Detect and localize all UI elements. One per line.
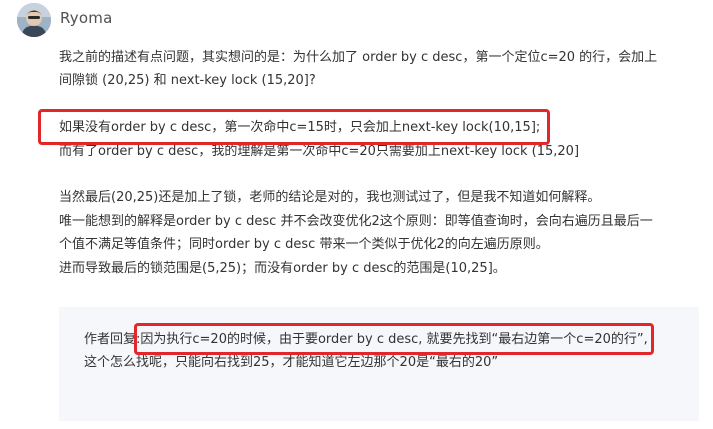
author-reply-box: 作者回复:因为执行c=20的时候，由于要order by c desc, 就要先… xyxy=(59,307,699,421)
comment-line: 当然最后(20,25)还是加上了锁，老师的结论是对的，我也测试过了，但是我不知道… xyxy=(59,190,601,206)
author-reply-label: 作者回复: xyxy=(84,332,141,347)
reply-line-1: 作者回复:因为执行c=20的时候，由于要order by c desc, 就要先… xyxy=(84,323,654,356)
comment-body: 我之前的描述有点问题，其实想问的是：为什么加了 order by c desc，… xyxy=(38,46,699,280)
comment-line: 我之前的描述有点问题，其实想问的是：为什么加了 order by c desc，… xyxy=(59,50,658,65)
reply-line-2: 这个怎么找呢，只能向右找到25，才能知道它左边那个20是“最右的20” xyxy=(84,355,499,371)
user-avatar[interactable] xyxy=(17,3,51,37)
highlighted-line-wrapper: 如果没有order by c desc，第一次命中c=15时，只会加上next-… xyxy=(38,109,699,145)
reply-text: 因为执行c=20的时候，由于要order by c desc, 就要先找到“最右… xyxy=(140,332,648,347)
avatar-image-icon xyxy=(17,3,51,37)
comment-line: 进而导致最后的锁范围是(5,25)；而没有order by c desc的范围是… xyxy=(59,260,506,276)
username[interactable]: Ryoma xyxy=(60,9,112,27)
comment-line: 如果没有order by c desc，第一次命中c=15时，只会加上next-… xyxy=(59,120,541,136)
author-reply-body: 作者回复:因为执行c=20的时候，由于要order by c desc, 就要先… xyxy=(84,323,654,375)
comment-card: Ryoma 我之前的描述有点问题，其实想问的是：为什么加了 order by c… xyxy=(0,0,713,429)
comment-line: 唯一能想到的解释是order by c desc 并不会改变优化2这个原则：即等… xyxy=(59,213,653,229)
comment-line: 间隙锁 (20,25) 和 next-key lock (15,20]? xyxy=(59,73,316,89)
comment-line: 个值不满足等值条件；同时order by c desc 带来一个类似于优化2的向… xyxy=(59,237,549,253)
comment-line: 而有了order by c desc，我的理解是第一次命中c=20只需要加上ne… xyxy=(59,143,580,159)
highlighted-reply-line: 因为执行c=20的时候，由于要order by c desc, 就要先找到“最右… xyxy=(134,323,654,356)
highlighted-comment-line: 如果没有order by c desc，第一次命中c=15时，只会加上next-… xyxy=(38,109,551,145)
